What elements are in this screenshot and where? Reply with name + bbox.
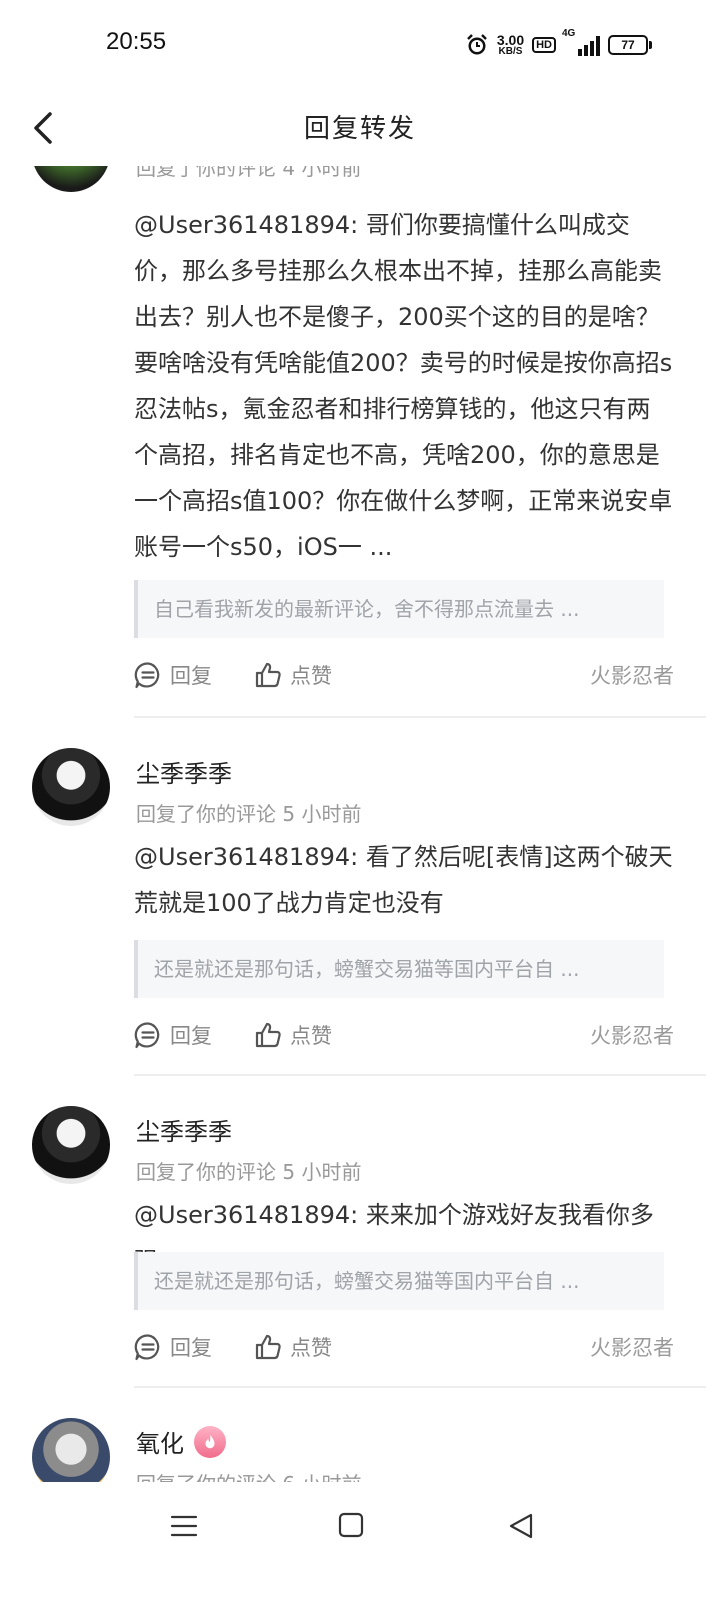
speed-unit: KB/S [498,46,523,57]
like-button[interactable]: 点赞 [254,660,332,690]
like-label: 点赞 [290,1336,332,1360]
comment-item: 尘季季季 回复了你的评论 5 小时前 @User361481894: 看了然后呢… [0,718,720,1076]
reply-button[interactable]: 回复 [134,1332,212,1362]
comment-actions: 回复 点赞 火影忍者 [134,1020,674,1056]
quoted-comment[interactable]: 自己看我新发的最新评论，舍不得那点流量去 ... [134,580,664,638]
battery-icon: 77 [608,35,652,55]
nav-back-icon[interactable] [508,1512,534,1540]
comment-actions: 回复 点赞 火影忍者 [134,1332,674,1368]
avatar[interactable] [32,1418,110,1482]
user-name-text: 尘季季季 [136,1118,232,1146]
comment-actions: 回复 点赞 火影忍者 [134,660,674,696]
thumbs-up-icon [255,662,281,688]
network-type: 4G [562,28,576,39]
comment-meta: 回复了你的评论 4 小时前 [136,166,362,180]
comment-meta: 回复了你的评论 5 小时前 [136,1160,362,1184]
quoted-comment[interactable]: 还是就还是那句话，螃蟹交易猫等国内平台自 ... [134,940,664,998]
reply-label: 回复 [170,1336,212,1360]
page-title: 回复转发 [303,114,416,144]
comment-item: 尘季季季 回复了你的评论 5 小时前 @User361481894: 来来加个游… [0,1076,720,1388]
reply-icon [134,1022,160,1049]
home-icon[interactable] [338,1512,364,1538]
reply-icon [134,662,160,689]
reply-list: 回复了你的评论 4 小时前 @User361481894: 哥们你要搞懂什么叫成… [0,166,720,1482]
battery-level: 77 [621,38,635,52]
reply-label: 回复 [170,664,212,688]
comment-item: 氧化 回复了你的评论 6 小时前 [0,1388,720,1482]
thumbs-up-icon [255,1022,281,1048]
hd-badge: HD [532,37,556,53]
user-name[interactable]: 尘季季季 [136,754,232,789]
user-name[interactable]: 尘季季季 [136,1112,232,1147]
user-name-text: 氧化 [136,1430,184,1458]
comment-meta: 回复了你的评论 5 小时前 [136,802,362,826]
recent-apps-icon[interactable] [170,1512,198,1540]
user-name-text: 尘季季季 [136,760,232,788]
comment-content[interactable]: @User361481894: 哥们你要搞懂什么叫成交价，那么多号挂那么久根本出… [134,202,674,570]
comment-meta: 回复了你的评论 6 小时前 [136,1468,361,1482]
signal-icon: 4G [562,28,600,56]
avatar[interactable] [32,1106,110,1184]
status-icons: 3.00 KB/S HD 4G 77 [465,28,652,60]
avatar[interactable] [32,748,110,826]
comment-content[interactable]: @User361481894: 看了然后呢[表情]这两个破天荒就是100了战力肯… [134,834,674,926]
reply-icon [134,1334,160,1361]
fire-badge-icon [194,1425,226,1458]
like-button[interactable]: 点赞 [254,1332,332,1362]
network-speed: 3.00 KB/S [497,33,524,57]
reply-button[interactable]: 回复 [134,660,212,690]
avatar[interactable] [32,166,110,192]
header: 回复转发 [0,90,720,166]
game-tag[interactable]: 火影忍者 [590,660,674,690]
speed-value: 3.00 [496,32,525,48]
quoted-comment[interactable]: 还是就还是那句话，螃蟹交易猫等国内平台自 ... [134,1252,664,1310]
game-tag[interactable]: 火影忍者 [590,1332,674,1362]
comment-item: 回复了你的评论 4 小时前 @User361481894: 哥们你要搞懂什么叫成… [0,166,720,718]
reply-label: 回复 [170,1024,212,1048]
game-tag[interactable]: 火影忍者 [590,1020,674,1050]
status-time: 20:55 [106,28,167,55]
user-name[interactable]: 氧化 [136,1424,226,1459]
like-label: 点赞 [290,664,332,688]
like-button[interactable]: 点赞 [254,1020,332,1050]
thumbs-up-icon [255,1334,281,1360]
like-label: 点赞 [290,1024,332,1048]
alarm-icon [467,34,487,55]
status-bar: 20:55 3.00 KB/S HD 4G 77 [0,0,720,90]
reply-button[interactable]: 回复 [134,1020,212,1050]
system-nav-bar [0,1482,720,1600]
